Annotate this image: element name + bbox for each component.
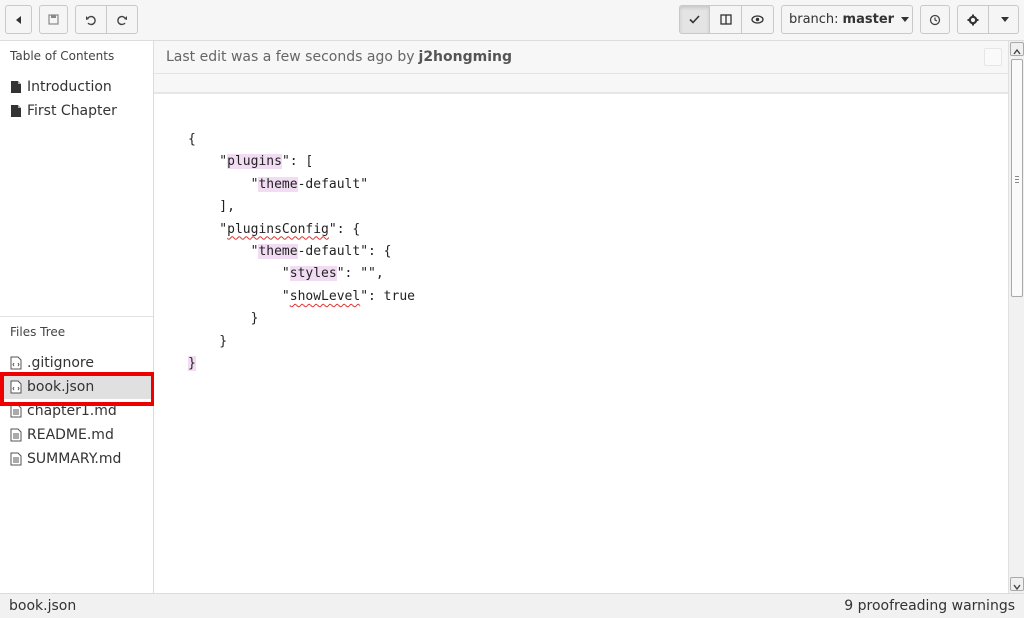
check-icon: [689, 15, 700, 24]
last-edit-user[interactable]: j2hongming: [419, 49, 513, 65]
toc-item-label: Introduction: [27, 79, 112, 95]
undo-button[interactable]: [75, 5, 107, 34]
vertical-scrollbar[interactable]: [1008, 41, 1024, 593]
text-file-icon: [10, 452, 22, 466]
status-file-name: book.json: [9, 598, 77, 614]
file-item-label: README.md: [27, 427, 114, 443]
branch-name: master: [842, 12, 895, 27]
code-line: "showLevel": true: [188, 288, 415, 304]
lock-icon[interactable]: [984, 48, 1002, 66]
caret-down-icon: [901, 17, 910, 22]
file-icon: [11, 105, 21, 117]
save-icon: [48, 14, 59, 25]
file-item-readme[interactable]: README.md: [0, 423, 153, 447]
toc-item-first-chapter[interactable]: First Chapter: [10, 101, 117, 121]
file-item-label: .gitignore: [27, 355, 94, 371]
code-line: }: [188, 333, 228, 349]
files-tree-title: Files Tree: [10, 325, 66, 339]
arrow-down-icon: [1013, 584, 1021, 591]
status-bar: book.json 9 proofreading warnings: [0, 593, 1024, 618]
file-item-summary[interactable]: SUMMARY.md: [0, 447, 153, 471]
last-edit-bar: Last edit was a few seconds ago by j2hon…: [154, 41, 1008, 74]
history-button[interactable]: [920, 5, 950, 34]
code-line: ],: [188, 199, 235, 215]
code-file-icon: [10, 356, 22, 370]
scroll-thumb[interactable]: [1011, 59, 1023, 297]
settings-button[interactable]: [957, 5, 989, 34]
scroll-up-button[interactable]: [1010, 42, 1024, 56]
file-icon: [11, 81, 21, 93]
grip-line: [1015, 179, 1019, 180]
toc-title: Table of Contents: [10, 49, 115, 63]
gear-icon: [967, 14, 979, 25]
branch-prefix: branch:: [788, 12, 839, 27]
back-icon: [15, 15, 21, 24]
text-file-icon: [10, 428, 22, 442]
last-edit-text: Last edit was a few seconds ago by: [166, 49, 415, 65]
settings-dropdown-button[interactable]: [989, 5, 1019, 34]
back-button[interactable]: [5, 5, 32, 34]
redo-button[interactable]: [107, 5, 138, 34]
undo-icon: [86, 15, 96, 25]
code-line: }: [188, 311, 259, 327]
file-item-label: chapter1.md: [27, 403, 117, 419]
file-item-label: SUMMARY.md: [27, 451, 122, 467]
toc-item-introduction[interactable]: Introduction: [10, 77, 112, 97]
arrow-up-icon: [1013, 48, 1021, 55]
code-line: "theme-default": {: [188, 244, 392, 260]
toc-item-label: First Chapter: [27, 103, 117, 119]
code-line: "pluginsConfig": {: [188, 221, 361, 237]
save-button[interactable]: [39, 5, 68, 34]
edit-mode-button[interactable]: [679, 5, 710, 34]
branch-dropdown[interactable]: branch: master: [781, 5, 913, 34]
file-item-gitignore[interactable]: .gitignore: [0, 351, 153, 375]
scroll-down-button[interactable]: [1010, 577, 1024, 591]
text-file-icon: [10, 404, 22, 418]
code-line: "theme-default": [188, 176, 369, 192]
proofreading-warnings[interactable]: 9 proofreading warnings: [844, 598, 1015, 614]
sidebar-divider: [0, 316, 153, 317]
caret-down-icon: [1001, 17, 1009, 22]
file-item-chapter1[interactable]: chapter1.md: [0, 399, 153, 423]
eye-icon: [751, 15, 764, 24]
preview-button[interactable]: [742, 5, 774, 34]
grip-line: [1015, 182, 1019, 183]
columns-icon: [719, 14, 732, 25]
code-line: "styles": "",: [188, 266, 384, 282]
file-item-book-json[interactable]: book.json: [0, 375, 153, 399]
editor-header-strip: [154, 74, 1008, 94]
redo-icon: [117, 15, 127, 25]
grip-line: [1015, 176, 1019, 177]
toolbar: branch: master: [0, 0, 1024, 41]
main-editor-area: Last edit was a few seconds ago by j2hon…: [154, 41, 1024, 593]
code-line: }: [188, 356, 196, 372]
sidebar: Table of Contents Introduction First Cha…: [0, 41, 155, 593]
code-line: "plugins": [: [188, 154, 314, 170]
history-icon: [929, 14, 941, 25]
code-line: {: [188, 132, 196, 147]
code-editor[interactable]: { "plugins": [ "theme-default" ], "plugi…: [188, 129, 415, 375]
code-file-icon: [10, 380, 22, 394]
file-item-label: book.json: [27, 379, 95, 395]
split-view-button[interactable]: [710, 5, 742, 34]
